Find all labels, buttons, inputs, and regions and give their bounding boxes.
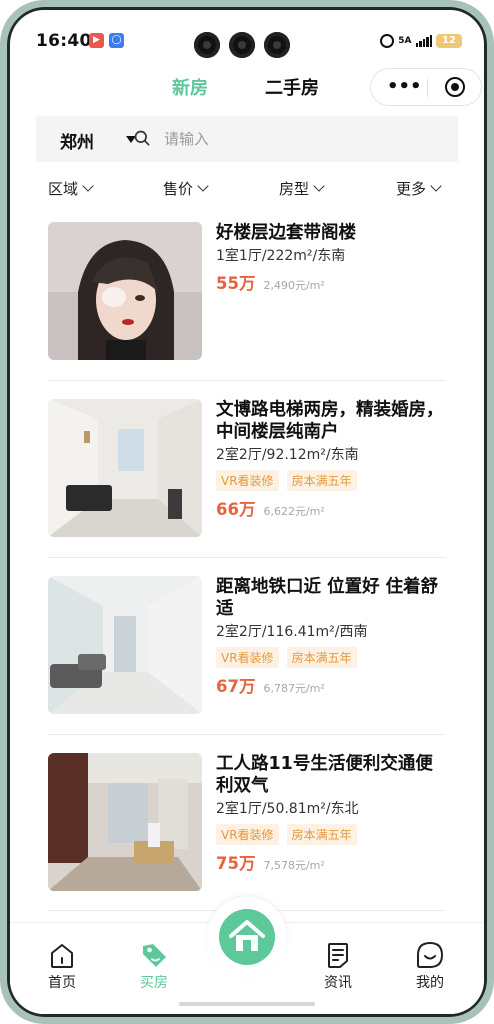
camera-lens-icon: [264, 32, 290, 58]
vr-tag: VR看装修: [216, 647, 279, 668]
bottom-nav: 首页 买房 资讯 我的: [10, 897, 484, 1014]
listing-photo: [48, 753, 202, 891]
camera-lens-icon: [229, 32, 255, 58]
filter-price[interactable]: 售价: [163, 178, 209, 199]
listing-info: 工人路11号生活便利交通便利双气 2室1厅/50.81m²/东北 VR看装修 房…: [216, 753, 446, 874]
listing-title: 文博路电梯两房，精装婚房，中间楼层纯南户: [216, 400, 444, 442]
status-bar: 16:40 ▶ ◯ 5A 12: [10, 10, 484, 62]
tab-new-house[interactable]: 新房: [172, 74, 208, 100]
listing-unit-price: 6,622元/m²: [263, 505, 325, 518]
filter-more[interactable]: 更多: [396, 178, 442, 199]
vr-tag: VR看装修: [216, 824, 279, 845]
price-row: 66万 6,622元/m²: [216, 496, 446, 520]
listing-info: 好楼层边套带阁楼 1室1厅/222m²/东南 55万 2,490元/m²: [216, 222, 446, 294]
filter-label: 区域: [48, 180, 79, 198]
listing-price: 55万: [216, 274, 256, 293]
price-row: 75万 7,578元/m²: [216, 850, 446, 874]
price-row: 55万 2,490元/m²: [216, 270, 446, 294]
listing-card[interactable]: 距离地铁口近 位置好 住着舒适 2室2厅/116.41m²/西南 VR看装修 房…: [48, 576, 446, 744]
nav-label: 买房: [140, 975, 168, 991]
listing-card[interactable]: 文博路电梯两房，精装婚房，中间楼层纯南户 2室2厅/92.12m²/东南 VR看…: [48, 399, 446, 567]
listing-card[interactable]: 工人路11号生活便利交通便利双气 2室1厅/50.81m²/东北 VR看装修 房…: [48, 753, 446, 921]
filter-label: 房型: [279, 180, 310, 198]
camera-lens-icon: [194, 32, 220, 58]
search-input[interactable]: [164, 127, 424, 151]
target-icon[interactable]: [445, 77, 465, 97]
divider: [48, 557, 446, 558]
filter-bar: 区域 售价 房型 更多: [10, 172, 484, 202]
price-tag-icon: [143, 944, 166, 967]
tab-second-hand[interactable]: 二手房: [265, 74, 319, 100]
listing-title: 好楼层边套带阁楼: [216, 223, 356, 243]
app-notification-icon: ▶: [89, 33, 104, 48]
alarm-icon: [380, 34, 395, 48]
home-outline-icon: [51, 944, 73, 968]
app-screen: 16:40 ▶ ◯ 5A 12 新房 二手房 ••• 郑州 请输入 区域 售价 …: [10, 10, 484, 1014]
capsule-divider: [427, 79, 428, 97]
filter-region[interactable]: 区域: [48, 178, 94, 199]
device-frame: 16:40 ▶ ◯ 5A 12 新房 二手房 ••• 郑州 请输入 区域 售价 …: [0, 0, 494, 1024]
nav-news[interactable]: 资讯: [308, 940, 368, 992]
center-button-circle: [219, 909, 275, 965]
listing-title: 距离地铁口近 位置好 住着舒适: [216, 577, 439, 619]
filter-label: 更多: [396, 180, 427, 198]
more-dots-icon[interactable]: •••: [387, 76, 422, 97]
signal-icon: [415, 35, 432, 47]
listing-price: 67万: [216, 677, 256, 696]
vr-tag: VR看装修: [216, 470, 279, 491]
listing-card[interactable]: 好楼层边套带阁楼 1室1厅/222m²/东南 55万 2,490元/m²: [48, 222, 446, 390]
five-year-tag: 房本满五年: [286, 470, 357, 491]
divider: [48, 734, 446, 735]
filter-room-type[interactable]: 房型: [279, 178, 325, 199]
nav-home[interactable]: 首页: [32, 940, 92, 992]
network-type: 5A: [398, 35, 412, 46]
listing-price: 75万: [216, 854, 256, 873]
listing-tags: VR看装修 房本满五年: [216, 824, 446, 845]
house-icon: [229, 920, 265, 951]
listing-spec: 2室1厅/50.81m²/东北: [216, 801, 359, 817]
listing-info: 文博路电梯两房，精装婚房，中间楼层纯南户 2室2厅/92.12m²/东南 VR看…: [216, 399, 446, 520]
chevron-down-icon: [197, 180, 209, 192]
listing-spec: 2室2厅/116.41m²/西南: [216, 624, 368, 640]
battery-icon: 12: [436, 34, 462, 48]
filter-label: 售价: [163, 180, 194, 198]
nav-profile[interactable]: 我的: [400, 940, 460, 992]
city-selector[interactable]: 郑州: [60, 128, 94, 153]
listing-spec: 2室2厅/92.12m²/东南: [216, 447, 359, 463]
listing-spec: 1室1厅/222m²/东南: [216, 248, 346, 264]
listing-price: 66万: [216, 500, 256, 519]
search-bar: 郑州: [36, 116, 458, 162]
listing-unit-price: 7,578元/m²: [263, 859, 325, 872]
bulb-notification-icon: ◯: [109, 33, 124, 48]
chevron-down-icon: [313, 180, 325, 192]
divider: [48, 380, 446, 381]
top-nav: 新房 二手房 •••: [10, 68, 484, 116]
listing-unit-price: 2,490元/m²: [263, 279, 325, 292]
listing-photo: [48, 576, 202, 714]
nav-label: 首页: [48, 975, 76, 991]
smile-face-icon: [417, 941, 444, 968]
five-year-tag: 房本满五年: [286, 824, 357, 845]
news-doc-icon: [328, 943, 348, 968]
listing-title: 工人路11号生活便利交通便利双气: [216, 754, 433, 796]
listing-photo: [48, 222, 202, 360]
home-indicator[interactable]: [179, 1002, 315, 1006]
nav-label: 我的: [416, 975, 444, 991]
status-time: 16:40: [36, 31, 92, 51]
five-year-tag: 房本满五年: [286, 647, 357, 668]
listing-unit-price: 6,787元/m²: [263, 682, 325, 695]
listing-tags: VR看装修 房本满五年: [216, 647, 446, 668]
nav-buy-house[interactable]: 买房: [124, 940, 184, 992]
listing-info: 距离地铁口近 位置好 住着舒适 2室2厅/116.41m²/西南 VR看装修 房…: [216, 576, 446, 697]
status-icons: 5A 12: [380, 32, 462, 50]
listing-photo: [48, 399, 202, 537]
nav-label: 资讯: [324, 975, 352, 991]
chevron-down-icon: [82, 180, 94, 192]
miniprogram-capsule: •••: [370, 68, 482, 106]
chevron-down-icon: [430, 180, 442, 192]
search-icon: [134, 130, 150, 146]
center-home-button[interactable]: [207, 897, 287, 977]
price-row: 67万 6,787元/m²: [216, 673, 446, 697]
listing-tags: VR看装修 房本满五年: [216, 470, 446, 491]
